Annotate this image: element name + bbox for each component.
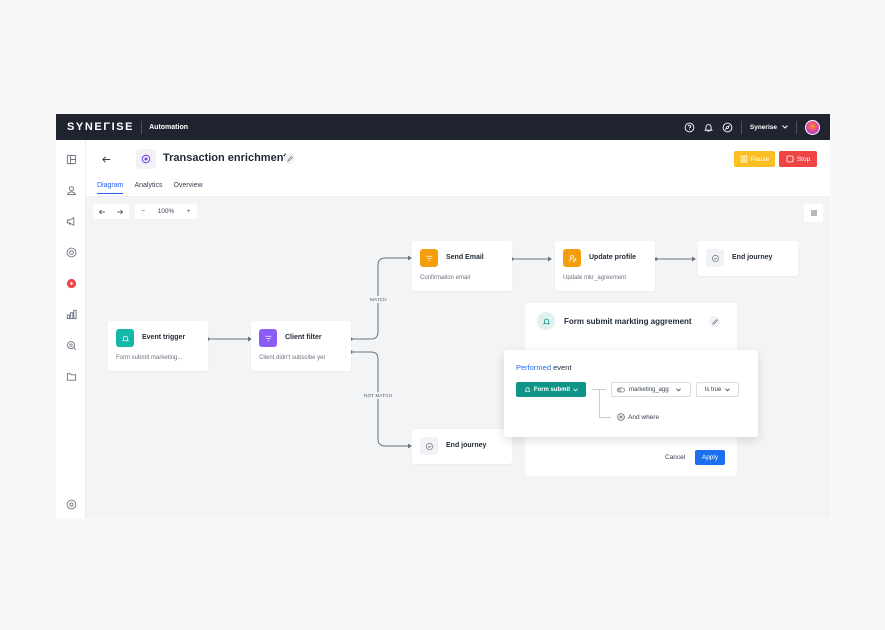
connector-line	[599, 389, 600, 417]
event-select-label: Form submit	[533, 386, 571, 393]
node-title: Event trigger	[142, 334, 186, 341]
not-match-label: NOT MATCH	[363, 392, 394, 399]
redo-icon[interactable]	[116, 208, 124, 216]
compass-icon[interactable]	[722, 122, 733, 133]
bell-icon[interactable]	[703, 122, 714, 133]
campaigns-icon[interactable]	[65, 215, 77, 227]
bell-icon	[524, 387, 531, 392]
cancel-button[interactable]: Cancel	[665, 454, 685, 461]
node-title: End journey	[446, 442, 487, 449]
zoom-in-button[interactable]: +	[187, 208, 191, 215]
event-word: event	[553, 363, 572, 372]
synerise-logo[interactable]: SYNEΓISE	[67, 121, 134, 133]
edit-title-icon[interactable]	[284, 153, 295, 164]
plus-circle-icon	[617, 413, 625, 421]
app-window: SYNEΓISE Automation Synerise Transaction…	[56, 114, 830, 518]
node-end-journey-top[interactable]: End journey	[698, 241, 798, 276]
node-event-trigger[interactable]: Event trigger Form submit marketing...	[108, 321, 208, 371]
check-circle-icon	[706, 249, 724, 267]
settings-title: Form submit markting aggrement	[564, 317, 692, 326]
match-label: MATCH	[369, 296, 388, 303]
event-select-button[interactable]: Form submit	[516, 382, 586, 397]
node-title: Client filter	[285, 334, 322, 341]
connector-line	[599, 417, 611, 418]
node-update-profile[interactable]: Update profile Update mkr_agreement	[555, 241, 655, 291]
divider	[796, 120, 797, 134]
undo-icon[interactable]	[98, 208, 106, 216]
folder-icon[interactable]	[65, 370, 77, 382]
node-subtitle: Client didn't subscibe yet	[259, 355, 326, 361]
chevron-down-icon	[675, 387, 681, 391]
filter-icon	[259, 329, 277, 347]
divider	[141, 120, 143, 134]
back-arrow-icon[interactable]	[99, 152, 113, 166]
node-title: End journey	[732, 254, 773, 261]
settings-icon[interactable]	[65, 498, 77, 510]
node-title: Send Email	[446, 254, 484, 261]
bell-icon	[537, 312, 555, 330]
zoom-controls: − 100% +	[135, 204, 197, 219]
profiles-icon[interactable]	[65, 184, 77, 196]
edit-name-icon[interactable]	[709, 316, 720, 327]
workspace-name: Synerise	[749, 123, 777, 131]
and-where-label: And where	[628, 413, 660, 421]
tab-bar: Diagram Analytics Overview	[97, 182, 203, 194]
zoom-out-button[interactable]: −	[141, 208, 145, 215]
menu-icon[interactable]	[804, 204, 823, 222]
node-send-email[interactable]: Send Email Confirmation email	[412, 241, 512, 291]
topbar-actions: Synerise	[684, 114, 820, 140]
automation-type-icon	[136, 149, 156, 169]
and-where-button[interactable]: And where	[617, 413, 659, 421]
reports-icon[interactable]	[65, 308, 77, 320]
chevron-down-icon	[573, 387, 579, 391]
avatar[interactable]	[805, 119, 820, 135]
automation-icon[interactable]	[65, 277, 77, 289]
help-icon[interactable]	[684, 122, 695, 133]
event-filter-popup: Performed event Form submit marketing_ag…	[504, 350, 758, 437]
chevron-down-icon	[782, 125, 788, 129]
pause-icon	[740, 155, 747, 163]
filter-icon	[420, 249, 438, 267]
top-bar: SYNEΓISE Automation Synerise	[56, 114, 830, 140]
page-title: Transaction enrichment	[163, 152, 288, 164]
search-data-icon[interactable]	[65, 339, 77, 351]
performed-event-label: Performed event	[516, 363, 571, 372]
sidebar	[56, 140, 86, 518]
chevron-down-icon	[725, 387, 731, 391]
diagram-canvas[interactable]: MATCH NOT MATCH − 100% + Event trigger F…	[86, 198, 830, 518]
apply-button[interactable]: Apply	[695, 450, 725, 465]
toggle-icon	[617, 387, 625, 392]
parameter-select[interactable]: marketing_agg	[611, 382, 691, 397]
node-end-journey-bottom[interactable]: End journey	[412, 429, 512, 464]
zoom-level: 100%	[157, 208, 175, 215]
tab-overview[interactable]: Overview	[173, 182, 202, 194]
node-subtitle: Form submit marketing...	[116, 355, 183, 361]
history-controls	[93, 204, 129, 219]
node-client-filter[interactable]: Client filter Client didn't subscibe yet	[251, 321, 351, 371]
node-title: Update profile	[589, 254, 637, 261]
app-name: Automation	[149, 123, 188, 131]
check-circle-icon	[420, 437, 438, 455]
tab-diagram[interactable]: Diagram	[97, 182, 124, 194]
analytics-icon[interactable]	[65, 246, 77, 258]
node-subtitle: Update mkr_agreement	[563, 275, 627, 281]
tab-analytics[interactable]: Analytics	[134, 182, 162, 194]
pause-button[interactable]: Pause	[734, 151, 775, 167]
parameter-value: marketing_agg	[629, 386, 669, 393]
performed-word[interactable]: Performed	[516, 363, 551, 372]
operator-select[interactable]: Is true	[696, 382, 739, 397]
divider	[740, 120, 742, 134]
pause-label: Pause	[750, 155, 770, 163]
bell-icon	[116, 329, 134, 347]
page-header: Transaction enrichment Pause Stop Diagra…	[86, 140, 830, 197]
workspace-switcher[interactable]: Synerise	[750, 124, 788, 131]
user-edit-icon	[563, 249, 581, 267]
stop-icon	[786, 155, 794, 163]
node-subtitle: Confirmation email	[420, 275, 471, 281]
stop-label: Stop	[796, 155, 811, 163]
stop-button[interactable]: Stop	[779, 151, 817, 167]
dashboard-icon[interactable]	[65, 153, 77, 165]
operator-value: Is true	[704, 386, 722, 393]
